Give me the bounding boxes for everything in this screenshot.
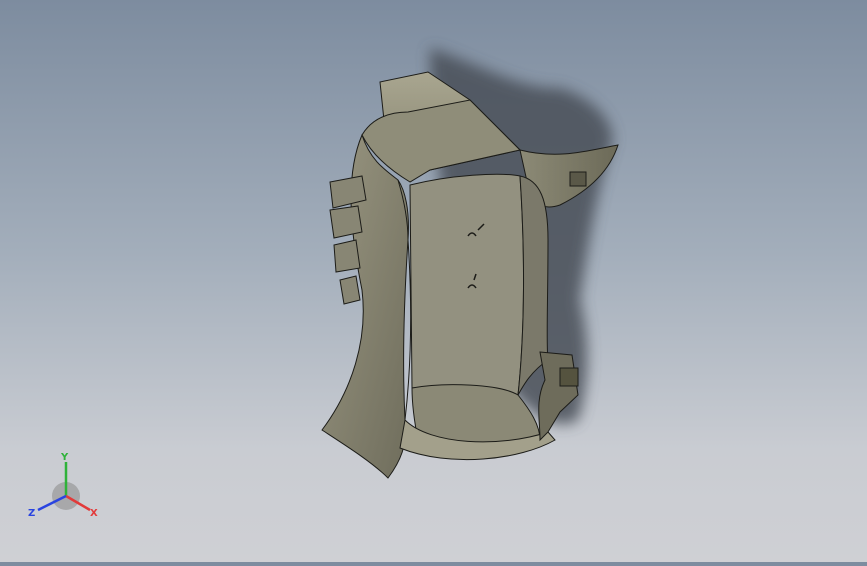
right-base (538, 351, 579, 442)
x-axis-label: X (90, 508, 98, 519)
right-clip (569, 171, 587, 187)
z-axis-label: Z (28, 508, 35, 519)
part-model[interactable] (0, 0, 867, 562)
orientation-triad[interactable]: Y X Z (28, 448, 104, 524)
base-clip (559, 367, 579, 387)
y-axis-label: Y (60, 452, 69, 463)
inner-panel (409, 173, 525, 396)
graphics-viewport[interactable] (0, 0, 867, 562)
